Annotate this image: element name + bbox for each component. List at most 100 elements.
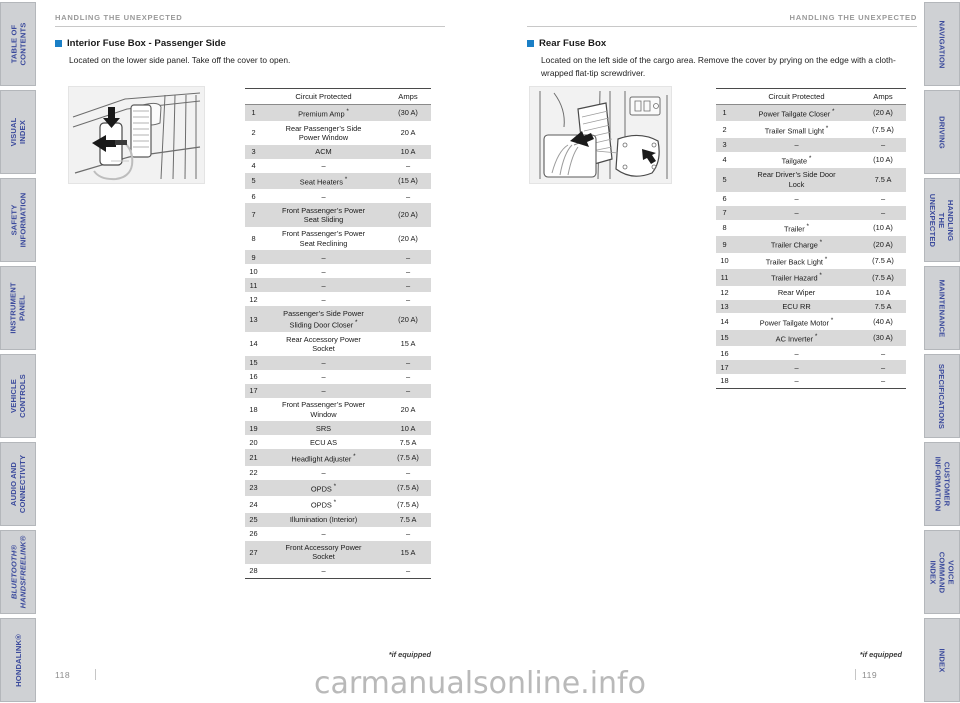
cell-amps: – bbox=[405, 294, 411, 304]
tab-label: SPECIFICATIONS bbox=[937, 363, 947, 429]
right-footnote: *if equipped bbox=[859, 650, 902, 659]
cell-circuit-protected: Rear Accessory Power Socket bbox=[286, 334, 361, 354]
cell-fuse-number: 3 bbox=[716, 137, 733, 152]
cell-circuit-protected: – bbox=[733, 137, 860, 152]
interior-fuse-box-passenger-side-illustration bbox=[68, 86, 205, 184]
col-header-number bbox=[245, 88, 262, 105]
if-equipped-asterisk: * bbox=[817, 239, 823, 247]
tab-voice-command-index[interactable]: VOICE COMMAND INDEX bbox=[924, 530, 960, 614]
cell-fuse-number: 8 bbox=[722, 223, 727, 233]
tab-table-of-contents[interactable]: TABLE OF CONTENTS bbox=[0, 2, 36, 86]
table-row: 18 Front Passenger’s Power Window 20 A bbox=[245, 398, 431, 422]
cell-fuse-number: 19 bbox=[245, 421, 262, 436]
cell-circuit-protected: – bbox=[733, 360, 860, 375]
cell-amps: (7.5 A) bbox=[385, 449, 431, 466]
table-row: 1 Power Tailgate Closer * (20 A) bbox=[716, 104, 906, 122]
right-section-title-text: Rear Fuse Box bbox=[539, 38, 607, 49]
cell-amps: 20 A bbox=[400, 128, 416, 138]
tab-label: MAINTENANCE bbox=[937, 279, 947, 337]
tab-hondalink[interactable]: HONDALINK® bbox=[0, 618, 36, 702]
right-section-body: Located on the left side of the cargo ar… bbox=[541, 55, 896, 78]
tab-visual-index[interactable]: VISUAL INDEX bbox=[0, 90, 36, 174]
cell-circuit-protected: Trailer * bbox=[784, 222, 809, 234]
tab-driving[interactable]: DRIVING bbox=[924, 90, 960, 174]
cell-amps: (30 A) bbox=[860, 329, 906, 347]
if-equipped-asterisk: * bbox=[353, 319, 358, 327]
tab-audio-and-connectivity[interactable]: AUDIO AND CONNECTIVITY bbox=[0, 442, 36, 526]
if-equipped-asterisk: * bbox=[344, 108, 349, 116]
cell-fuse-number: 9 bbox=[245, 250, 262, 265]
left-tab-rail: TABLE OF CONTENTS VISUAL INDEX SAFETY INFO… bbox=[0, 0, 36, 703]
right-page: HANDLING THE UNEXPECTED Rear Fuse Box Lo… bbox=[527, 0, 917, 79]
left-section-body: Located on the lower side panel. Take of… bbox=[69, 55, 291, 65]
cell-amps: – bbox=[385, 355, 431, 370]
cell-circuit-protected: AC Inverter * bbox=[733, 329, 860, 347]
cell-circuit-protected: OPDS * bbox=[310, 499, 337, 510]
cell-amps: (7.5 A) bbox=[872, 124, 894, 134]
cell-fuse-number: 27 bbox=[245, 540, 262, 565]
table-row: 4 – – bbox=[245, 159, 431, 173]
cell-circuit-protected: Power Tailgate Motor * bbox=[759, 316, 834, 328]
tab-label: DRIVING bbox=[937, 115, 947, 149]
tab-maintenance[interactable]: MAINTENANCE bbox=[924, 266, 960, 350]
tab-instrument-panel[interactable]: INSTRUMENT PANEL bbox=[0, 266, 36, 350]
cell-fuse-number: 11 bbox=[716, 269, 733, 286]
cell-amps: (7.5 A) bbox=[385, 479, 431, 497]
cell-circuit-protected: – bbox=[794, 194, 799, 204]
cell-circuit-protected: – bbox=[321, 372, 326, 382]
table-row: 12 – – bbox=[245, 292, 431, 306]
cell-amps: – bbox=[405, 467, 411, 477]
cell-amps: (10 A) bbox=[873, 155, 893, 165]
tab-customer-information[interactable]: CUSTOMER INFORMATION bbox=[924, 442, 960, 526]
cell-fuse-number: 13 bbox=[245, 306, 262, 333]
tab-label: INDEX bbox=[937, 648, 947, 672]
table-header-row: Circuit Protected Amps bbox=[245, 88, 431, 105]
if-equipped-asterisk: * bbox=[351, 452, 356, 460]
col-header-amps: Amps bbox=[860, 88, 906, 105]
table-row: 21 Headlight Adjuster * (7.5 A) bbox=[245, 449, 431, 466]
cell-fuse-number: 16 bbox=[720, 348, 729, 358]
cell-circuit-protected: – bbox=[262, 250, 385, 265]
cell-amps: 7.5 A bbox=[399, 437, 417, 447]
cell-fuse-number: 13 bbox=[716, 299, 733, 314]
cell-circuit-protected: ECU RR bbox=[733, 299, 860, 314]
table-row: 15 AC Inverter * (30 A) bbox=[716, 329, 906, 347]
tab-safety-information[interactable]: SAFETY INFORMATION bbox=[0, 178, 36, 262]
cell-fuse-number: 6 bbox=[251, 191, 256, 201]
cell-circuit-protected: Premium Amp * bbox=[262, 104, 385, 122]
cell-amps: 7.5 A bbox=[860, 299, 906, 314]
cell-amps: – bbox=[405, 266, 411, 276]
cell-fuse-number: 2 bbox=[722, 124, 727, 134]
tab-handling-the-unexpected[interactable]: HANDLING THE UNEXPECTED bbox=[924, 178, 960, 262]
tab-index[interactable]: INDEX bbox=[924, 618, 960, 702]
tab-specifications[interactable]: SPECIFICATIONS bbox=[924, 354, 960, 438]
tab-navigation[interactable]: NAVIGATION bbox=[924, 2, 960, 86]
cell-fuse-number: 1 bbox=[245, 104, 262, 122]
cell-fuse-number: 11 bbox=[245, 278, 262, 293]
cell-circuit-protected: Rear Passenger’s Side Power Window bbox=[285, 123, 362, 143]
cell-circuit-protected: – bbox=[321, 467, 326, 477]
right-page-rule bbox=[855, 669, 856, 680]
cell-amps: (20 A) bbox=[860, 104, 906, 122]
tab-bluetooth-handsfreelink[interactable]: BLUETOOTH® HANDSFREELINK® bbox=[0, 530, 36, 614]
cell-fuse-number: 15 bbox=[245, 355, 262, 370]
right-running-head: HANDLING THE UNEXPECTED bbox=[527, 0, 917, 27]
tab-label: NAVIGATION bbox=[937, 19, 947, 69]
table-row: 5 Rear Driver’s Side Door Lock 7.5 A bbox=[716, 168, 906, 192]
left-page-rule bbox=[95, 669, 96, 680]
cell-fuse-number: 24 bbox=[249, 499, 258, 509]
cell-fuse-number: 10 bbox=[720, 256, 729, 266]
cell-circuit-protected: Passenger’s Side Power Sliding Door Close… bbox=[262, 306, 385, 333]
table-row: 27 Front Accessory Power Socket 15 A bbox=[245, 540, 431, 565]
col-header-circuit: Circuit Protected bbox=[733, 88, 860, 105]
table-row: 8 Trailer * (10 A) bbox=[716, 220, 906, 236]
cell-fuse-number: 2 bbox=[251, 128, 256, 138]
cell-fuse-number: 22 bbox=[249, 467, 258, 477]
tab-label: INSTRUMENT PANEL bbox=[9, 282, 27, 334]
cell-circuit-protected: – bbox=[321, 191, 326, 201]
cell-amps: – bbox=[860, 205, 906, 220]
tab-vehicle-controls[interactable]: VEHICLE CONTROLS bbox=[0, 354, 36, 438]
right-section-title: Rear Fuse Box bbox=[527, 38, 917, 49]
cell-fuse-number: 18 bbox=[716, 374, 733, 390]
if-equipped-asterisk: * bbox=[830, 108, 835, 116]
